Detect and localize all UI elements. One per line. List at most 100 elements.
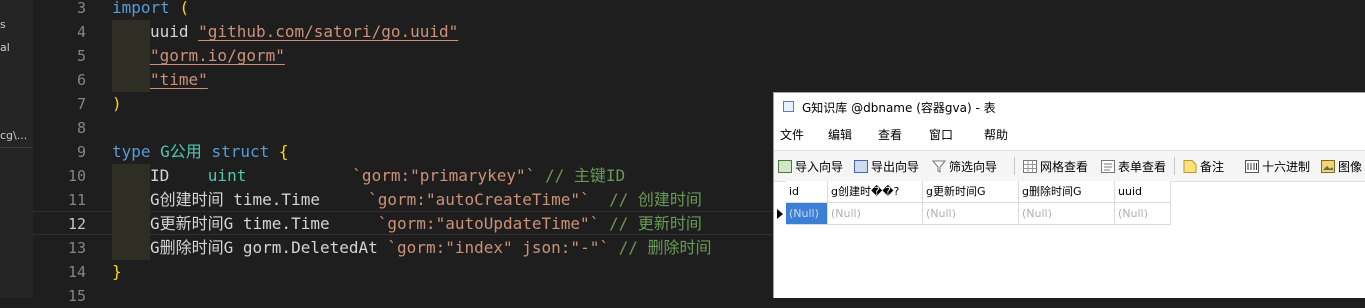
code-text[interactable]: } bbox=[112, 260, 122, 284]
menu-window[interactable]: 窗口 bbox=[929, 126, 953, 143]
indent-guide bbox=[112, 68, 150, 92]
line-number: 9 bbox=[76, 143, 86, 161]
memo-button[interactable]: 备注 bbox=[1183, 157, 1224, 175]
code-token: // 更新时间 bbox=[599, 214, 702, 233]
code-text[interactable]: type G公用 struct { bbox=[112, 140, 289, 164]
table-cell[interactable]: (Null) bbox=[828, 203, 923, 225]
code-token: `gorm:"index" json:"-"` bbox=[387, 238, 609, 257]
code-token: G删除时间G gorm.DeletedAt bbox=[150, 238, 388, 257]
table-cell[interactable]: (Null) bbox=[1019, 203, 1115, 225]
image-icon bbox=[1321, 159, 1335, 173]
code-text[interactable]: ) bbox=[112, 92, 122, 116]
sidebar-fragment[interactable]: s bbox=[0, 18, 6, 31]
code-token: ) bbox=[112, 94, 122, 113]
grid-view-icon bbox=[1023, 159, 1037, 173]
filter-wizard-label: 筛选向导 bbox=[949, 159, 998, 174]
code-token: // 主键ID bbox=[535, 166, 626, 185]
code-token: "time" bbox=[150, 70, 208, 89]
memo-label: 备注 bbox=[1200, 159, 1225, 174]
line-number: 3 bbox=[76, 0, 86, 17]
toolbar-separator bbox=[1014, 157, 1015, 175]
column-header-deleted[interactable]: g删除时间G bbox=[1019, 181, 1115, 203]
table-viewer-window: G知识库 @dbname (容器gva) - 表 文件 编辑 查看 窗口 帮助 … bbox=[773, 92, 1365, 298]
line-number: 5 bbox=[76, 47, 86, 65]
toolbar: 导入向导 导出向导 筛选向导 网格查看 表单查看 备注 十六进制 图像 bbox=[774, 150, 1365, 182]
sidebar-divider bbox=[0, 147, 33, 148]
code-token: ( bbox=[179, 0, 190, 17]
indent-guide bbox=[112, 236, 150, 260]
form-view-button[interactable]: 表单查看 bbox=[1101, 157, 1166, 175]
code-text[interactable]: G创建时间 time.Time `gorm:"autoCreateTime"` … bbox=[112, 188, 702, 212]
column-header-uuid[interactable]: uuid bbox=[1115, 181, 1171, 203]
code-token: G创建时间 time.Time bbox=[150, 190, 369, 209]
line-number: 11 bbox=[67, 191, 86, 209]
code-token: uuid bbox=[150, 22, 199, 41]
import-wizard-icon bbox=[778, 159, 792, 173]
line-number: 10 bbox=[67, 167, 86, 185]
filter-wizard-button[interactable]: 筛选向导 bbox=[932, 157, 997, 175]
menu-help[interactable]: 帮助 bbox=[984, 126, 1008, 143]
hex-label: 十六进制 bbox=[1262, 159, 1311, 174]
code-token: struct bbox=[211, 142, 270, 161]
code-text[interactable]: "gorm.io/gorm" bbox=[112, 44, 285, 68]
code-token: // 创建时间 bbox=[589, 190, 702, 209]
sidebar-fragment[interactable]: al bbox=[0, 41, 10, 54]
indent-guide bbox=[112, 164, 150, 188]
line-number: 7 bbox=[76, 95, 86, 113]
window-titlebar[interactable]: G知识库 @dbname (容器gva) - 表 bbox=[774, 93, 1365, 122]
current-row-indicator-icon bbox=[777, 209, 783, 219]
code-text[interactable]: ID uint `gorm:"primarykey"` // 主键ID bbox=[112, 164, 625, 188]
toolbar-separator bbox=[1174, 157, 1175, 175]
code-text[interactable]: "time" bbox=[112, 68, 208, 92]
sidebar-fragment[interactable]: cg\... bbox=[0, 129, 27, 142]
import-wizard-button[interactable]: 导入向导 bbox=[778, 157, 843, 175]
code-token: G公用 bbox=[160, 142, 202, 161]
code-token: `gorm:"autoCreateTime"` bbox=[368, 190, 590, 209]
code-token: ID bbox=[150, 166, 208, 185]
import-wizard-label: 导入向导 bbox=[795, 159, 844, 174]
column-header-updated[interactable]: g更新时间G bbox=[923, 181, 1019, 203]
code-token: // 删除时间 bbox=[608, 238, 712, 257]
export-wizard-button[interactable]: 导出向导 bbox=[854, 157, 919, 175]
code-token: `gorm:"autoUpdateTime"` bbox=[377, 214, 600, 233]
table-cell[interactable]: (Null) bbox=[923, 203, 1019, 225]
indent-guide bbox=[112, 188, 150, 212]
code-token: } bbox=[112, 262, 122, 281]
menu-view[interactable]: 查看 bbox=[878, 126, 902, 143]
line-number: 6 bbox=[76, 71, 86, 89]
table-cell[interactable]: (Null) bbox=[1115, 203, 1171, 225]
code-token: uint bbox=[207, 166, 247, 185]
indent-guide bbox=[112, 44, 150, 68]
line-number: 15 bbox=[67, 287, 86, 305]
image-label: 图像 bbox=[1338, 159, 1363, 174]
memo-icon bbox=[1183, 159, 1197, 173]
code-text[interactable]: G更新时间G time.Time `gorm:"autoUpdateTime"`… bbox=[112, 212, 702, 236]
code-token: { bbox=[278, 142, 289, 161]
line-number: 4 bbox=[76, 23, 86, 41]
code-text[interactable]: import ( bbox=[112, 0, 189, 20]
code-token: "gorm.io/gorm" bbox=[150, 46, 285, 65]
code-text[interactable]: uuid "github.com/satori/go.uuid" bbox=[112, 20, 458, 44]
table-icon bbox=[783, 101, 794, 112]
indent-guide bbox=[112, 20, 150, 44]
filter-wizard-icon bbox=[932, 160, 946, 173]
hex-button[interactable]: 十六进制 bbox=[1245, 157, 1310, 175]
grid-view-button[interactable]: 网格查看 bbox=[1023, 157, 1088, 175]
menu-edit[interactable]: 编辑 bbox=[828, 126, 852, 143]
code-token: G更新时间G time.Time bbox=[150, 214, 378, 233]
column-header-id[interactable]: id bbox=[786, 181, 828, 203]
column-header-created[interactable]: g创建时��? bbox=[828, 181, 923, 203]
code-token: type bbox=[112, 142, 161, 161]
window-title: G知识库 @dbname (容器gva) - 表 bbox=[802, 101, 996, 115]
export-wizard-label: 导出向导 bbox=[871, 159, 920, 174]
hex-icon bbox=[1245, 159, 1259, 173]
indent-guide bbox=[112, 212, 150, 236]
image-button[interactable]: 图像 bbox=[1321, 157, 1362, 175]
code-text[interactable]: G删除时间G gorm.DeletedAt `gorm:"index" json… bbox=[112, 236, 712, 260]
table-cell[interactable]: (Null) bbox=[786, 203, 828, 225]
form-view-icon bbox=[1101, 159, 1115, 173]
menu-file[interactable]: 文件 bbox=[780, 126, 804, 143]
